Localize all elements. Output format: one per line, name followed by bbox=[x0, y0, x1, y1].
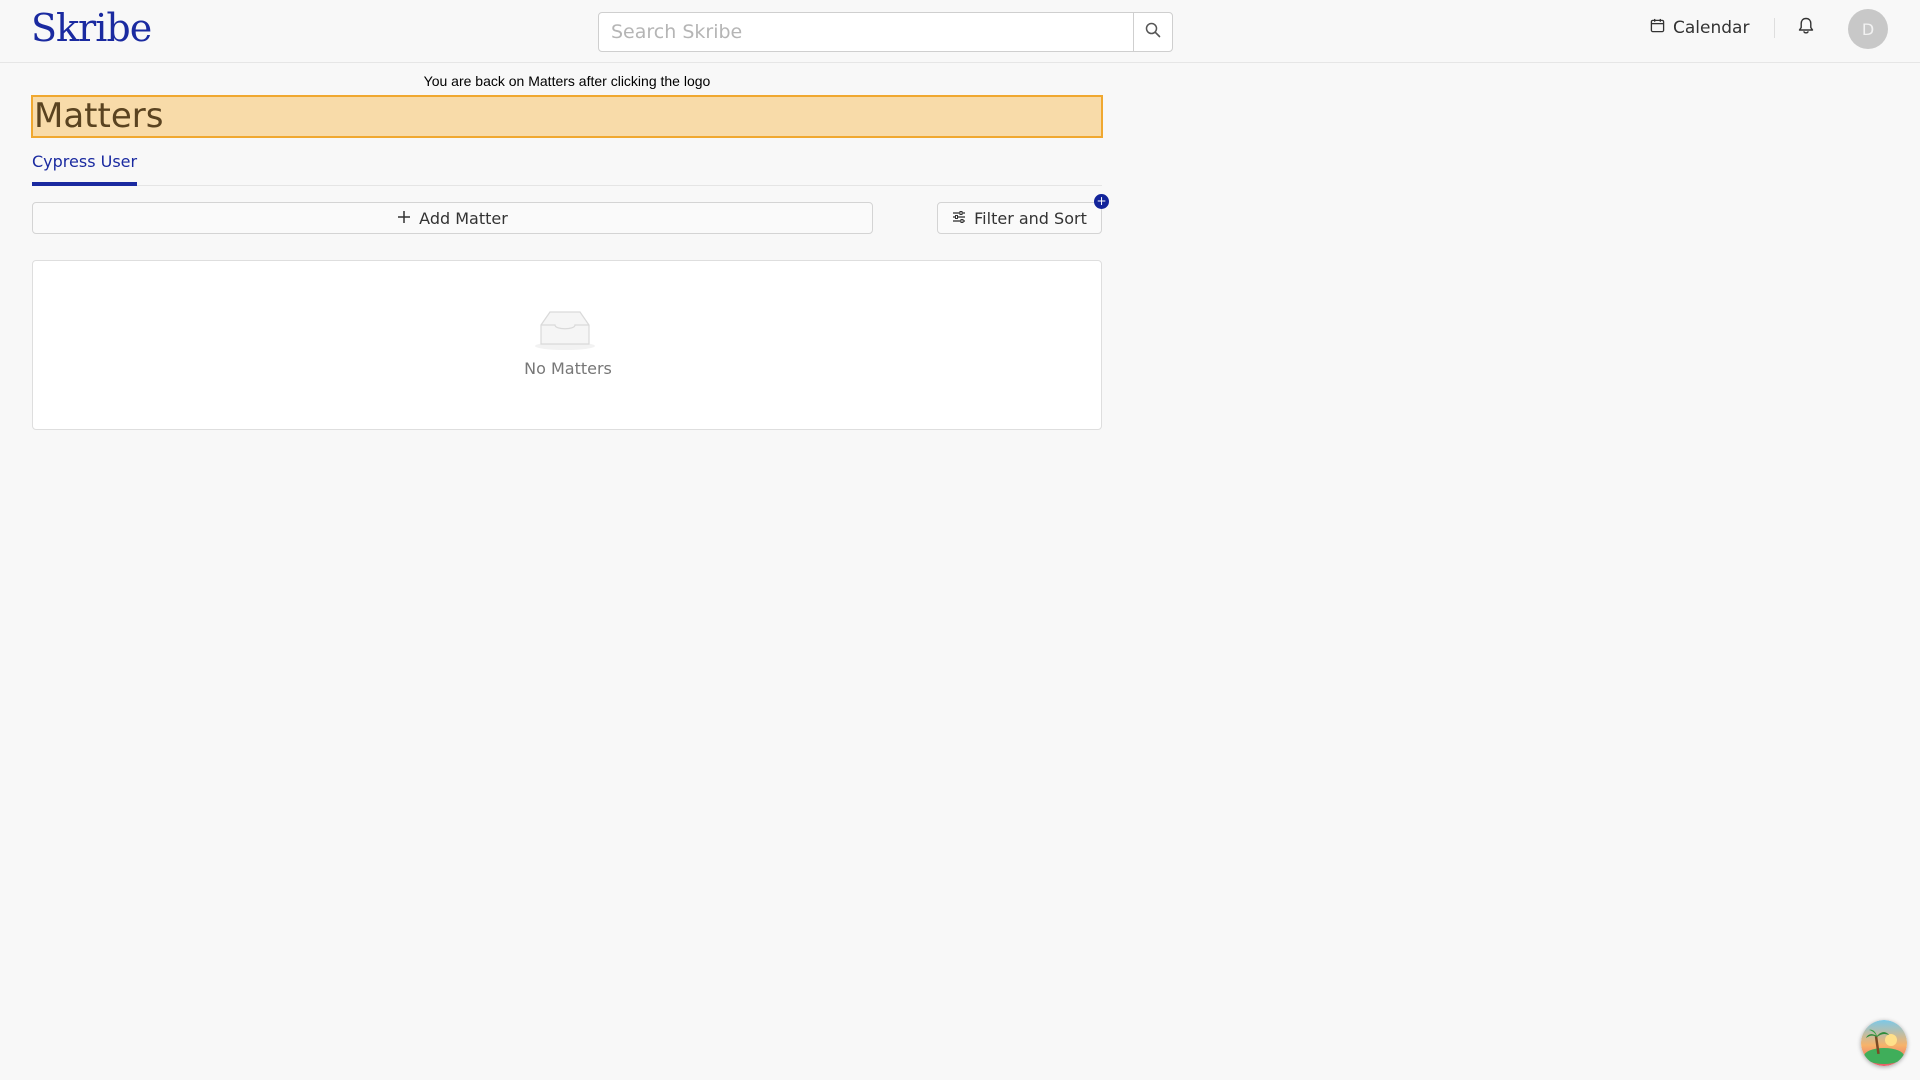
skribe-logo[interactable]: Skribe bbox=[31, 6, 152, 50]
tab-cypress-user[interactable]: Cypress User bbox=[32, 150, 138, 186]
tab-bar: Cypress User bbox=[32, 150, 1102, 186]
matters-list: No Matters bbox=[32, 260, 1102, 430]
calendar-icon bbox=[1650, 18, 1665, 38]
bell-icon bbox=[1798, 17, 1814, 39]
filter-and-sort-button[interactable]: Filter and Sort bbox=[937, 202, 1102, 234]
sliders-icon bbox=[952, 209, 966, 228]
top-header: Skribe Calendar bbox=[0, 0, 1920, 63]
plus-icon bbox=[397, 209, 411, 228]
empty-state-text: No Matters bbox=[524, 359, 612, 378]
inbox-icon bbox=[533, 307, 597, 351]
search-bar bbox=[598, 12, 1173, 52]
search-input[interactable] bbox=[599, 13, 1133, 51]
add-matter-button[interactable]: Add Matter bbox=[32, 202, 873, 234]
calendar-label: Calendar bbox=[1673, 18, 1750, 38]
header-divider bbox=[1774, 18, 1775, 38]
user-avatar[interactable]: D bbox=[1848, 9, 1888, 49]
floating-assistant-button[interactable] bbox=[1861, 1020, 1907, 1066]
navigation-notice: You are back on Matters after clicking t… bbox=[423, 73, 711, 89]
island-icon bbox=[1861, 1020, 1907, 1066]
search-icon bbox=[1145, 22, 1161, 42]
search-button[interactable] bbox=[1133, 13, 1172, 51]
calendar-link[interactable]: Calendar bbox=[1650, 14, 1749, 42]
notifications-button[interactable] bbox=[1793, 14, 1819, 42]
filter-and-sort-label: Filter and Sort bbox=[974, 208, 1087, 228]
add-matter-label: Add Matter bbox=[419, 208, 508, 228]
filter-badge: + bbox=[1094, 194, 1109, 209]
page-title: Matters bbox=[31, 95, 1103, 138]
